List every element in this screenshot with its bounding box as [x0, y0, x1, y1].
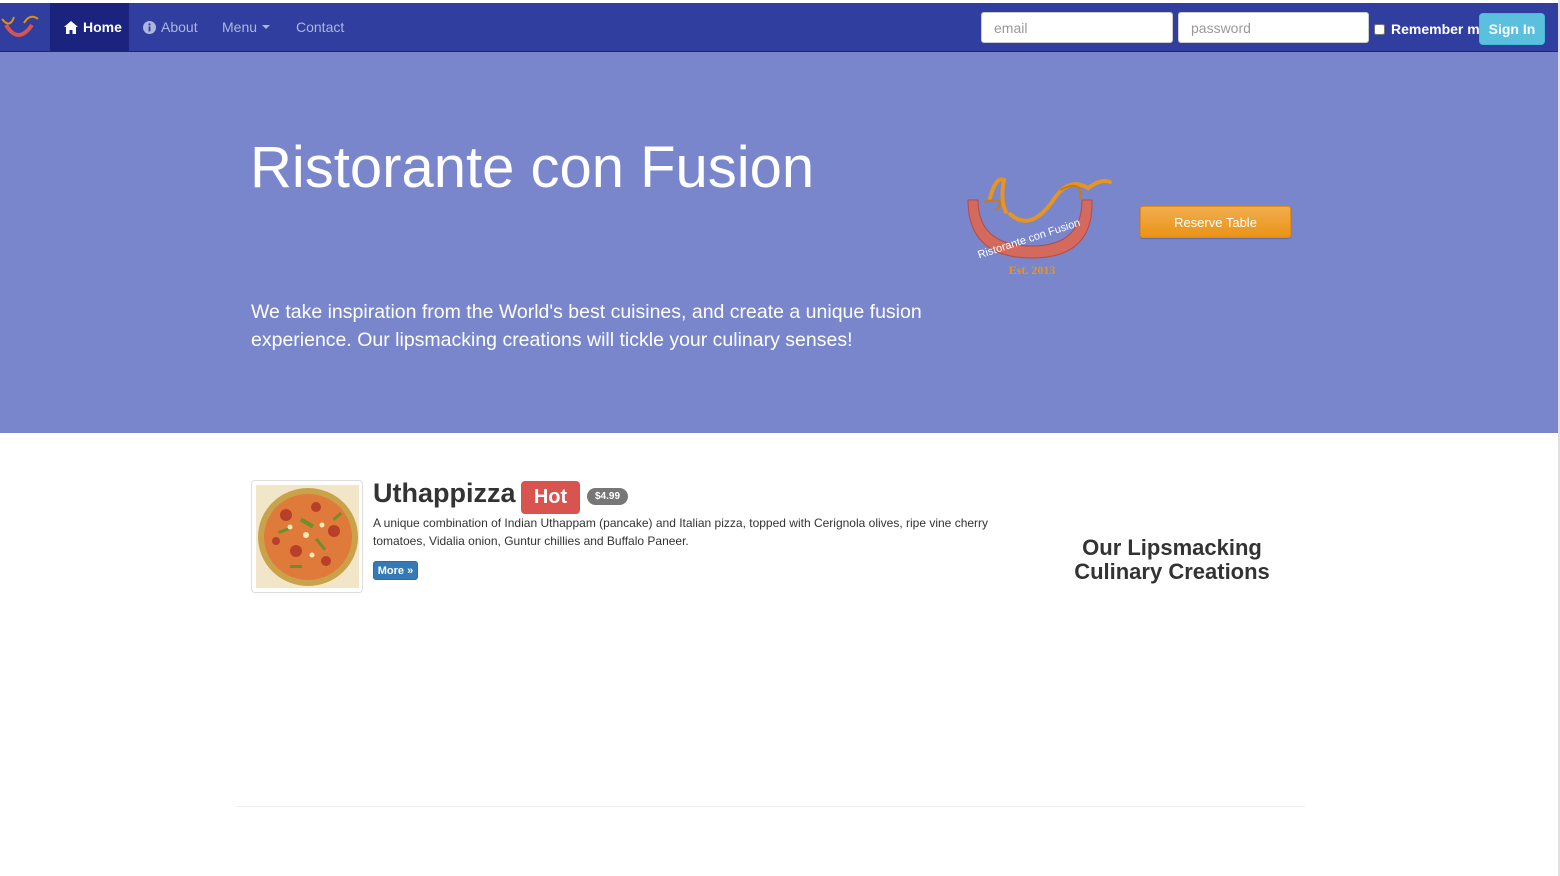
nav-menu-label: Menu [222, 19, 258, 35]
caret-down-icon [262, 25, 271, 29]
section-heading: Our Lipsmacking Culinary Creations [1074, 535, 1270, 584]
email-input[interactable] [981, 12, 1173, 43]
logo-est: Est. 2013 [1009, 263, 1056, 277]
nav-contact-label: Contact [296, 19, 345, 35]
navbar: Home About Menu Contact Remember me Sign… [0, 3, 1560, 52]
password-input[interactable] [1178, 12, 1369, 43]
jumbotron: Ristorante con Fusion We take inspiratio… [0, 52, 1560, 433]
brand-logo[interactable] [0, 11, 40, 45]
price-badge: $4.99 [587, 488, 628, 505]
remember-me[interactable]: Remember me [1374, 21, 1488, 37]
remember-label: Remember me [1391, 21, 1488, 37]
home-icon [64, 20, 78, 34]
dish-description: A unique combination of Indian Uthappam … [373, 516, 989, 548]
dish-name: Uthappizza [373, 478, 516, 508]
more-button[interactable]: More » [373, 561, 418, 580]
page-title: Ristorante con Fusion [250, 135, 815, 200]
divider [237, 806, 1305, 807]
hero-description: We take inspiration from the World's bes… [251, 301, 922, 351]
nav-about[interactable]: About [129, 3, 212, 51]
nav-home[interactable]: Home [50, 3, 129, 51]
nav-home-label: Home [83, 19, 122, 35]
info-icon [143, 20, 156, 34]
nav-contact[interactable]: Contact [282, 3, 358, 51]
nav-menu-dropdown[interactable]: Menu [208, 3, 284, 51]
reserve-table-button[interactable]: Reserve Table [1140, 206, 1291, 238]
hot-badge: Hot [521, 481, 580, 514]
nav-about-label: About [161, 19, 198, 35]
restaurant-logo: Ristorante con Fusion Est. 2013 [960, 170, 1116, 282]
dish-image[interactable] [251, 480, 363, 593]
sign-in-button[interactable]: Sign In [1479, 13, 1545, 45]
remember-checkbox[interactable] [1374, 23, 1385, 35]
